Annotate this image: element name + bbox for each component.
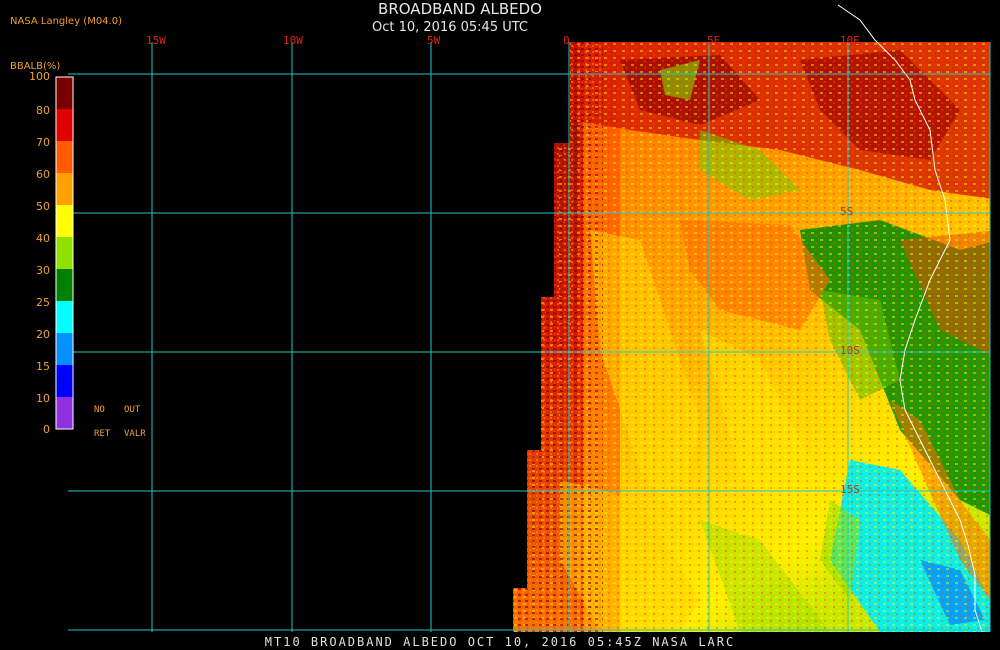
lon-label-5w: 5W (427, 34, 441, 47)
legend-tick: 30 (36, 264, 50, 277)
legend-tick: 10 (36, 392, 50, 405)
source-label: NASA Langley (M04.0) (10, 16, 122, 27)
legend-tick: 50 (36, 200, 50, 213)
footer-caption: MT10 BROADBAND ALBEDO OCT 10, 2016 05:45… (264, 635, 736, 649)
legend-tick: 60 (36, 168, 50, 181)
legend-swatch (56, 365, 73, 397)
lon-label-0: 0 (563, 34, 570, 47)
albedo-map (55, 4, 991, 633)
legend-swatch (56, 109, 73, 141)
legend-swatch (56, 173, 73, 205)
legend-valr-label: VALR (124, 429, 146, 439)
legend-tick: 40 (36, 232, 50, 245)
lon-label-5e: 5E (707, 34, 721, 47)
legend-tick: 100 (29, 70, 50, 83)
legend-out-label: OUT (124, 405, 141, 415)
legend-tick: 0 (43, 423, 50, 436)
legend-swatch (56, 397, 73, 429)
lat-label-10s: 10S (840, 344, 860, 357)
lon-label-15w: 15W (146, 34, 166, 47)
legend-swatch (56, 333, 73, 365)
albedo-imagery (513, 42, 990, 632)
legend-swatch (56, 141, 73, 173)
legend-tick: 25 (36, 296, 50, 309)
map-timestamp: Oct 10, 2016 05:45 UTC (372, 20, 528, 35)
legend-no-label: NO (94, 405, 105, 415)
legend-swatch (56, 301, 73, 333)
legend-tick: 80 (36, 104, 50, 117)
legend-tick: 20 (36, 328, 50, 341)
legend-swatch (56, 77, 73, 109)
legend-tick: 15 (36, 360, 50, 373)
lat-label-15s: 15S (840, 483, 860, 496)
legend-tick: 70 (36, 136, 50, 149)
lon-label-10w: 10W (283, 34, 303, 47)
lat-label-5s: 5S (840, 205, 854, 218)
legend-swatch (56, 269, 73, 301)
legend-swatch (56, 205, 73, 237)
legend-ret-label: RET (94, 429, 111, 439)
legend-colorbar (55, 76, 74, 430)
lon-label-10e: 10E (840, 34, 860, 47)
legend-swatch (56, 237, 73, 269)
map-title: BROADBAND ALBEDO (378, 0, 542, 18)
